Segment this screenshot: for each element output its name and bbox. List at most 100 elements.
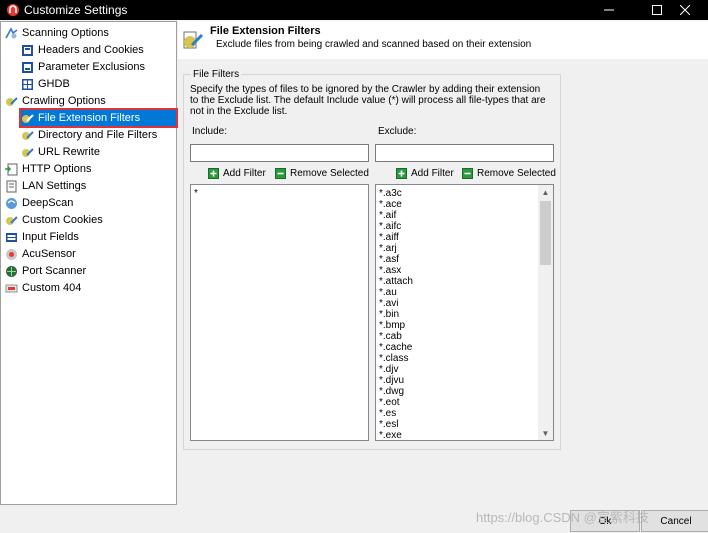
tree-item-acusensor[interactable]: AcuSensor xyxy=(5,246,76,262)
list-item[interactable]: *.djv xyxy=(379,364,398,375)
include-input[interactable] xyxy=(190,144,369,162)
list-item[interactable]: *.cache xyxy=(379,342,412,353)
include-add-filter-button[interactable]: Add Filter xyxy=(208,165,266,181)
acunetix-app-icon xyxy=(7,4,19,16)
include-remove-selected-button[interactable]: Remove Selected xyxy=(275,165,369,181)
list-item[interactable]: *.bmp xyxy=(379,320,405,331)
list-item[interactable]: * xyxy=(194,188,198,199)
maximize-icon xyxy=(652,5,662,15)
scroll-up-arrow-icon[interactable]: ▲ xyxy=(538,185,553,199)
tree-item-label: GHDB xyxy=(38,78,70,90)
page-title: File Extension Filters xyxy=(210,25,321,37)
remove-icon xyxy=(275,167,286,179)
tree-item-deepscan[interactable]: DeepScan xyxy=(5,195,73,211)
list-item[interactable]: *.cab xyxy=(379,331,402,342)
dir-filter-icon xyxy=(22,130,34,140)
include-list[interactable]: * xyxy=(190,184,369,441)
minimize-button[interactable] xyxy=(586,0,632,20)
list-item[interactable]: *.djvu xyxy=(379,375,404,386)
tree-item-custom-cookies[interactable]: Custom Cookies xyxy=(5,212,103,228)
scroll-down-arrow-icon[interactable]: ▼ xyxy=(538,426,553,440)
exclude-add-filter-button[interactable]: Add Filter xyxy=(396,165,454,181)
group-description: Specify the types of files to be ignored… xyxy=(190,84,546,117)
param-exclusion-icon xyxy=(22,61,33,73)
tree-item-label: Headers and Cookies xyxy=(38,44,144,56)
list-item[interactable]: *.arj xyxy=(379,243,397,254)
tree-item-label: DeepScan xyxy=(22,197,74,209)
scan-options-icon xyxy=(5,26,18,38)
remove-selected-label: Remove Selected xyxy=(290,167,369,179)
tree-item-ghdb[interactable]: GHDB xyxy=(21,76,70,92)
scroll-thumb[interactable] xyxy=(540,201,551,265)
tree-item-label: Input Fields xyxy=(22,231,79,243)
tree-item-input-fields[interactable]: Input Fields xyxy=(5,229,79,245)
custom-cookies-icon xyxy=(6,215,18,225)
exclude-label: Exclude: xyxy=(378,126,417,137)
list-item[interactable]: *.a3c xyxy=(379,188,402,199)
tree-item-label: LAN Settings xyxy=(22,180,87,192)
list-item[interactable]: *.attach xyxy=(379,276,413,287)
list-item[interactable]: *.bin xyxy=(379,309,399,320)
input-fields-icon xyxy=(6,232,17,242)
url-rewrite-icon xyxy=(22,147,34,157)
http-options-icon xyxy=(5,163,18,175)
list-item[interactable]: *.ace xyxy=(379,199,402,210)
remove-icon xyxy=(462,167,473,179)
exclude-list[interactable]: *.a3c *.ace *.aif *.aifc *.aiff *.arj *.asf *.a… xyxy=(375,184,554,441)
tree-item-parameter-exclusions[interactable]: Parameter Exclusions xyxy=(21,59,145,75)
cancel-button[interactable]: Cancel xyxy=(641,510,708,532)
watermark-text: https://blog.CSDN @宣紫科技 xyxy=(476,510,649,525)
port-scanner-icon xyxy=(6,265,17,277)
list-item[interactable]: *.aif xyxy=(379,210,396,221)
minimize-icon xyxy=(604,9,614,11)
deepscan-icon xyxy=(6,197,17,209)
crawl-options-icon xyxy=(6,96,18,106)
page-header: File Extension Filters Exclude files fro… xyxy=(178,21,708,59)
custom-404-icon xyxy=(5,284,18,292)
page-subtitle: Exclude files from being crawled and sca… xyxy=(216,39,532,50)
tree-item-headers-and-cookies[interactable]: Headers and Cookies xyxy=(21,42,144,58)
list-item[interactable]: *.aiff xyxy=(379,232,399,243)
remove-selected-label: Remove Selected xyxy=(477,167,556,179)
tree-item-label: Directory and File Filters xyxy=(38,129,158,141)
list-item[interactable]: *.es xyxy=(379,408,396,419)
tree-item-label: Custom Cookies xyxy=(22,214,103,226)
include-label: Include: xyxy=(192,126,228,137)
list-item[interactable]: *.esl xyxy=(379,419,398,430)
tree-item-port-scanner[interactable]: Port Scanner xyxy=(5,263,86,279)
tree-item-crawling-options[interactable]: Crawling Options xyxy=(5,93,106,109)
tree-item-scanning-options[interactable]: Scanning Options xyxy=(5,25,109,41)
tree-item-label: File Extension Filters xyxy=(38,112,141,124)
tree-item-label: Custom 404 xyxy=(22,282,82,294)
group-title: File Filters xyxy=(191,69,242,80)
list-item[interactable]: *.au xyxy=(379,287,397,298)
tree-item-lan-settings[interactable]: LAN Settings xyxy=(5,178,86,194)
acusensor-icon xyxy=(6,248,17,260)
tree-item-file-extension-filters[interactable]: File Extension Filters xyxy=(19,108,178,128)
list-item[interactable]: *.dwg xyxy=(379,386,404,397)
file-filter-header-icon xyxy=(183,31,204,49)
exclude-list-scrollbar[interactable]: ▲ ▼ xyxy=(538,185,553,440)
add-filter-label: Add Filter xyxy=(411,167,454,179)
list-item[interactable]: *.eot xyxy=(379,397,400,408)
tree-item-label: AcuSensor xyxy=(22,248,76,260)
list-item[interactable]: *.avi xyxy=(379,298,398,309)
close-button[interactable] xyxy=(662,0,708,20)
settings-tree: Scanning Options Headers and Cookies Par… xyxy=(0,21,178,505)
tree-item-directory-and-file-filters[interactable]: Directory and File Filters xyxy=(21,127,157,143)
exclude-input[interactable] xyxy=(375,144,554,162)
add-filter-label: Add Filter xyxy=(223,167,266,179)
list-item[interactable]: *.aifc xyxy=(379,221,401,232)
list-item[interactable]: *.asf xyxy=(379,254,399,265)
tree-item-label: Parameter Exclusions xyxy=(38,61,145,73)
tree-item-url-rewrite[interactable]: URL Rewrite xyxy=(21,144,100,160)
tree-item-custom-404[interactable]: Custom 404 xyxy=(5,280,81,296)
title-bar: Customize Settings xyxy=(0,0,708,20)
list-item[interactable]: *.exe xyxy=(379,430,402,440)
list-item[interactable]: *.asx xyxy=(379,265,401,276)
tree-item-label: Port Scanner xyxy=(22,265,87,277)
list-item[interactable]: *.class xyxy=(379,353,408,364)
add-icon xyxy=(396,167,407,179)
tree-item-http-options[interactable]: HTTP Options xyxy=(5,161,92,177)
exclude-remove-selected-button[interactable]: Remove Selected xyxy=(462,165,556,181)
